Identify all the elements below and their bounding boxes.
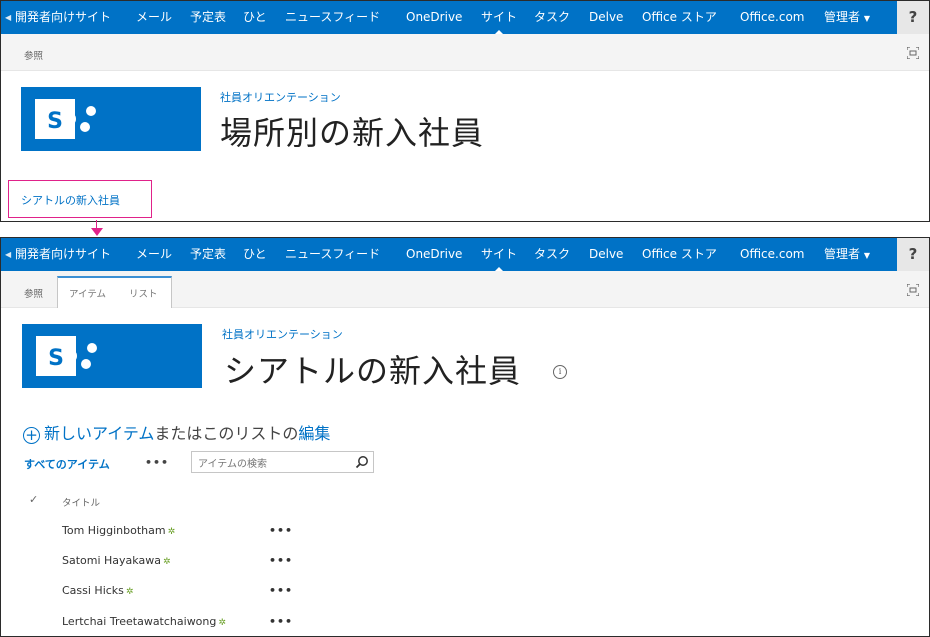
screenshot-list-page: ◀ 開発者向けサイト メール 予定表 ひと ニュースフィード OneDrive … xyxy=(0,237,930,637)
tab-browse[interactable]: 参照 xyxy=(24,48,43,62)
ribbon: 参照 アイテム リスト xyxy=(1,271,929,308)
sharepoint-logo[interactable]: S xyxy=(21,87,201,151)
help-button[interactable]: ? xyxy=(897,1,929,34)
nav-admin-label: 管理者 xyxy=(824,247,861,261)
nav-developer-site[interactable]: 開発者向けサイト xyxy=(15,1,111,34)
nav-admin[interactable]: 管理者 ▼ xyxy=(824,238,870,271)
view-options-ellipsis-icon[interactable]: ••• xyxy=(145,456,169,469)
nav-sites[interactable]: サイト xyxy=(481,1,517,34)
caret-down-icon: ▼ xyxy=(863,251,870,260)
nav-mail[interactable]: メール xyxy=(136,1,172,34)
callout-highlight: シアトルの新入社員 xyxy=(8,180,152,218)
nav-office-store[interactable]: Office ストア xyxy=(642,1,717,34)
list-item[interactable]: Tom Higginbotham ✲ xyxy=(62,524,175,537)
new-item-icon: ✲ xyxy=(218,618,226,628)
nav-onedrive[interactable]: OneDrive xyxy=(406,1,462,34)
new-item-link[interactable]: 新しいアイテム xyxy=(44,424,154,443)
sharepoint-icon: S xyxy=(36,336,97,376)
svg-text:S: S xyxy=(48,346,64,371)
info-icon[interactable]: i xyxy=(553,365,567,379)
select-all-check-icon[interactable]: ✓ xyxy=(29,493,38,506)
search-icon[interactable] xyxy=(355,455,369,469)
nav-admin[interactable]: 管理者 ▼ xyxy=(824,1,870,34)
list-item-title[interactable]: Satomi Hayakawa xyxy=(62,554,161,567)
view-all-items[interactable]: すべてのアイテム xyxy=(24,456,110,472)
nav-office-com[interactable]: Office.com xyxy=(740,238,804,271)
tab-browse[interactable]: 参照 xyxy=(24,286,43,300)
nav-delve[interactable]: Delve xyxy=(589,1,623,34)
nav-admin-label: 管理者 xyxy=(824,10,861,24)
caret-down-icon: ▼ xyxy=(863,14,870,23)
page-title: シアトルの新入社員 xyxy=(224,352,522,390)
search-input[interactable] xyxy=(196,454,350,475)
new-item-middle-text: またはこのリストの xyxy=(154,424,299,443)
list-item[interactable]: Satomi Hayakawa ✲ xyxy=(62,554,171,567)
nav-newsfeed[interactable]: ニュースフィード xyxy=(285,1,380,34)
callout-arrow-line xyxy=(96,220,97,228)
suite-bar: ◀ 開発者向けサイト メール 予定表 ひと ニュースフィード OneDrive … xyxy=(1,238,897,271)
new-item-icon: ✲ xyxy=(162,557,171,567)
site-breadcrumb-link[interactable]: 社員オリエンテーション xyxy=(220,89,341,105)
item-menu-ellipsis-icon[interactable]: ••• xyxy=(269,524,293,537)
seattle-list-link[interactable]: シアトルの新入社員 xyxy=(21,192,120,208)
search-box xyxy=(191,451,374,475)
nav-mail[interactable]: メール xyxy=(136,238,172,271)
edit-list-link[interactable]: 編集 xyxy=(298,424,330,443)
svg-text:S: S xyxy=(47,109,63,134)
list-item[interactable]: Lertchai Treetawatchaiwong ✲ xyxy=(62,615,226,628)
nav-onedrive[interactable]: OneDrive xyxy=(406,238,462,271)
ribbon-tab-group-list-tools: アイテム リスト xyxy=(57,276,172,308)
nav-people[interactable]: ひと xyxy=(243,238,267,271)
nav-office-com[interactable]: Office.com xyxy=(740,1,804,34)
column-header-title[interactable]: タイトル xyxy=(62,495,100,509)
nav-calendar[interactable]: 予定表 xyxy=(190,238,226,271)
list-item-title[interactable]: Cassi Hicks xyxy=(62,584,124,597)
plus-circle-icon[interactable]: + xyxy=(23,427,40,444)
back-arrow-icon[interactable]: ◀ xyxy=(5,13,13,22)
nav-office-store[interactable]: Office ストア xyxy=(642,238,717,271)
nav-delve[interactable]: Delve xyxy=(589,238,623,271)
nav-developer-site[interactable]: 開発者向けサイト xyxy=(15,238,111,271)
list-item[interactable]: Cassi Hicks ✲ xyxy=(62,584,133,597)
sharepoint-logo[interactable]: S xyxy=(22,324,202,388)
tab-list[interactable]: リスト xyxy=(129,286,158,300)
focus-mode-icon[interactable] xyxy=(907,47,919,59)
suite-bar: ◀ 開発者向けサイト メール 予定表 ひと ニュースフィード OneDrive … xyxy=(1,1,897,34)
help-button[interactable]: ? xyxy=(897,238,929,271)
nav-sites[interactable]: サイト xyxy=(481,238,517,271)
nav-tasks[interactable]: タスク xyxy=(534,238,570,271)
sharepoint-icon: S xyxy=(35,99,96,139)
new-item-icon: ✲ xyxy=(167,527,176,537)
site-breadcrumb-link[interactable]: 社員オリエンテーション xyxy=(222,326,343,342)
new-item-row: + 新しいアイテムまたはこのリストの編集 xyxy=(23,420,330,444)
callout-arrow-icon xyxy=(91,228,103,236)
ribbon: 参照 xyxy=(1,34,929,71)
nav-people[interactable]: ひと xyxy=(243,1,267,34)
item-menu-ellipsis-icon[interactable]: ••• xyxy=(269,615,293,628)
nav-calendar[interactable]: 予定表 xyxy=(190,1,226,34)
page-title: 場所別の新入社員 xyxy=(220,114,485,152)
focus-mode-icon[interactable] xyxy=(907,284,919,296)
list-item-title[interactable]: Lertchai Treetawatchaiwong xyxy=(62,615,216,628)
nav-tasks[interactable]: タスク xyxy=(534,1,570,34)
new-item-icon: ✲ xyxy=(125,587,134,597)
nav-newsfeed[interactable]: ニュースフィード xyxy=(285,238,380,271)
item-menu-ellipsis-icon[interactable]: ••• xyxy=(269,584,293,597)
tab-items[interactable]: アイテム xyxy=(69,286,106,300)
list-item-title[interactable]: Tom Higginbotham xyxy=(62,524,166,537)
item-menu-ellipsis-icon[interactable]: ••• xyxy=(269,554,293,567)
back-arrow-icon[interactable]: ◀ xyxy=(5,250,13,259)
